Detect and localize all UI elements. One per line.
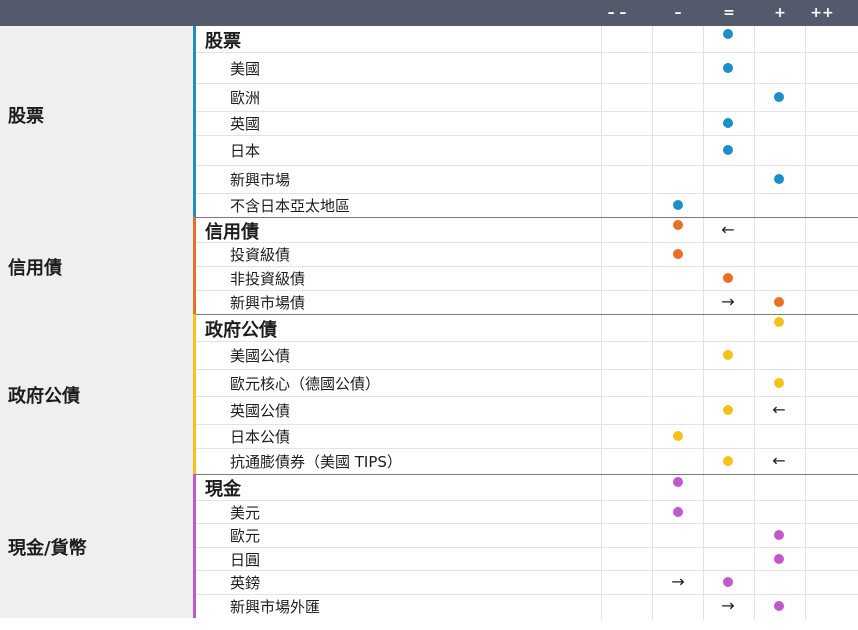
row-divider: [196, 448, 858, 449]
column-divider: [601, 26, 602, 620]
row-label: 抗通膨債券（美國 TIPS）: [230, 453, 402, 471]
right-arrow-icon: →: [671, 572, 685, 591]
rating-dot: [723, 273, 733, 283]
rating-dot: [723, 145, 733, 155]
row-label: 英國公債: [230, 402, 291, 420]
row-label: 新興市場: [230, 171, 291, 189]
group-color-bar: [193, 26, 196, 217]
rating-dot: [723, 118, 733, 128]
row-label: 不含日本亞太地區: [230, 197, 351, 215]
group-label: 現金/貨幣: [8, 538, 87, 559]
row-divider: [196, 594, 858, 595]
rating-dot: [723, 350, 733, 360]
header-bar: – – – = + ++: [0, 0, 858, 26]
row-divider: [196, 242, 858, 243]
row-divider: [196, 111, 858, 112]
column-divider: [652, 26, 653, 620]
row-label: 美國公債: [230, 347, 291, 365]
column-header-neutral: =: [723, 5, 735, 21]
group-label: 政府公債: [8, 386, 80, 407]
row-label: 新興市場債: [230, 294, 306, 312]
row-divider: [196, 396, 858, 397]
rating-dot: [774, 530, 784, 540]
row-label: 美國: [230, 59, 261, 78]
row-label: 歐元: [230, 527, 261, 545]
row-label: 新興市場外匯: [230, 598, 321, 616]
rating-dot: [673, 249, 683, 259]
row-divider: [196, 570, 858, 571]
left-arrow-icon: ←: [772, 451, 786, 470]
rating-dot: [673, 431, 683, 441]
rating-dot: [774, 601, 784, 611]
row-divider: [196, 83, 858, 84]
row-label: 歐洲: [230, 89, 261, 107]
column-divider: [703, 26, 704, 620]
rating-dot: [673, 477, 683, 487]
rating-dot: [774, 317, 784, 327]
left-arrow-icon: ←: [772, 400, 786, 419]
rating-dot: [774, 377, 784, 388]
rating-dot: [723, 577, 733, 587]
row-divider: [196, 52, 858, 53]
category-heading: 股票: [205, 31, 241, 52]
row-divider: [196, 523, 858, 524]
row-label: 美元: [230, 503, 261, 522]
left-arrow-icon: ←: [721, 219, 735, 239]
row-label: 英國: [230, 115, 261, 133]
group-color-bar: [193, 474, 196, 618]
rating-dot: [774, 174, 784, 184]
rating-dot: [673, 200, 683, 210]
row-label: 非投資級債: [230, 270, 306, 288]
row-divider: [196, 424, 858, 425]
rating-dot: [774, 297, 784, 307]
column-header-strong-overweight: ++: [810, 5, 834, 21]
row-label: 日本公債: [230, 428, 291, 446]
rating-dot: [774, 92, 784, 102]
rating-dot: [673, 506, 683, 517]
right-arrow-icon: →: [721, 596, 735, 615]
category-heading: 政府公債: [205, 319, 277, 341]
category-heading: 信用債: [205, 221, 259, 243]
rating-dot: [723, 29, 733, 39]
row-divider: [196, 135, 858, 136]
group-label: 股票: [8, 105, 44, 127]
group-label: 信用債: [8, 257, 62, 279]
row-divider: [196, 369, 858, 370]
group-color-bar: [193, 314, 196, 474]
row-divider: [196, 547, 858, 548]
category-heading: 現金: [205, 479, 241, 500]
rating-dot: [723, 405, 733, 415]
row-divider: [196, 341, 858, 342]
row-label: 歐元核心（德國公債）: [230, 374, 381, 393]
row-divider: [196, 165, 858, 166]
column-divider: [754, 26, 755, 620]
row-label: 英鎊: [230, 574, 261, 592]
rating-dot: [774, 553, 784, 564]
row-label: 日本: [230, 142, 261, 160]
column-header-strong-underweight: – –: [607, 5, 627, 21]
outlook-table: – – – = + ++ 股票 股票 美國 歐洲 英國 日本 新興市場 不含日本亞太地區 信用債…: [0, 0, 858, 630]
column-header-underweight: –: [674, 5, 682, 21]
row-divider: [196, 290, 858, 291]
row-label: 投資級債: [230, 246, 291, 264]
row-label: 日圓: [230, 550, 261, 569]
row-divider: [196, 266, 858, 267]
rating-dot: [673, 220, 683, 230]
right-arrow-icon: →: [721, 292, 735, 311]
rating-dot: [723, 456, 733, 466]
row-divider: [196, 193, 858, 194]
row-divider: [196, 500, 858, 501]
column-divider: [805, 26, 806, 620]
rating-dot: [723, 62, 733, 73]
